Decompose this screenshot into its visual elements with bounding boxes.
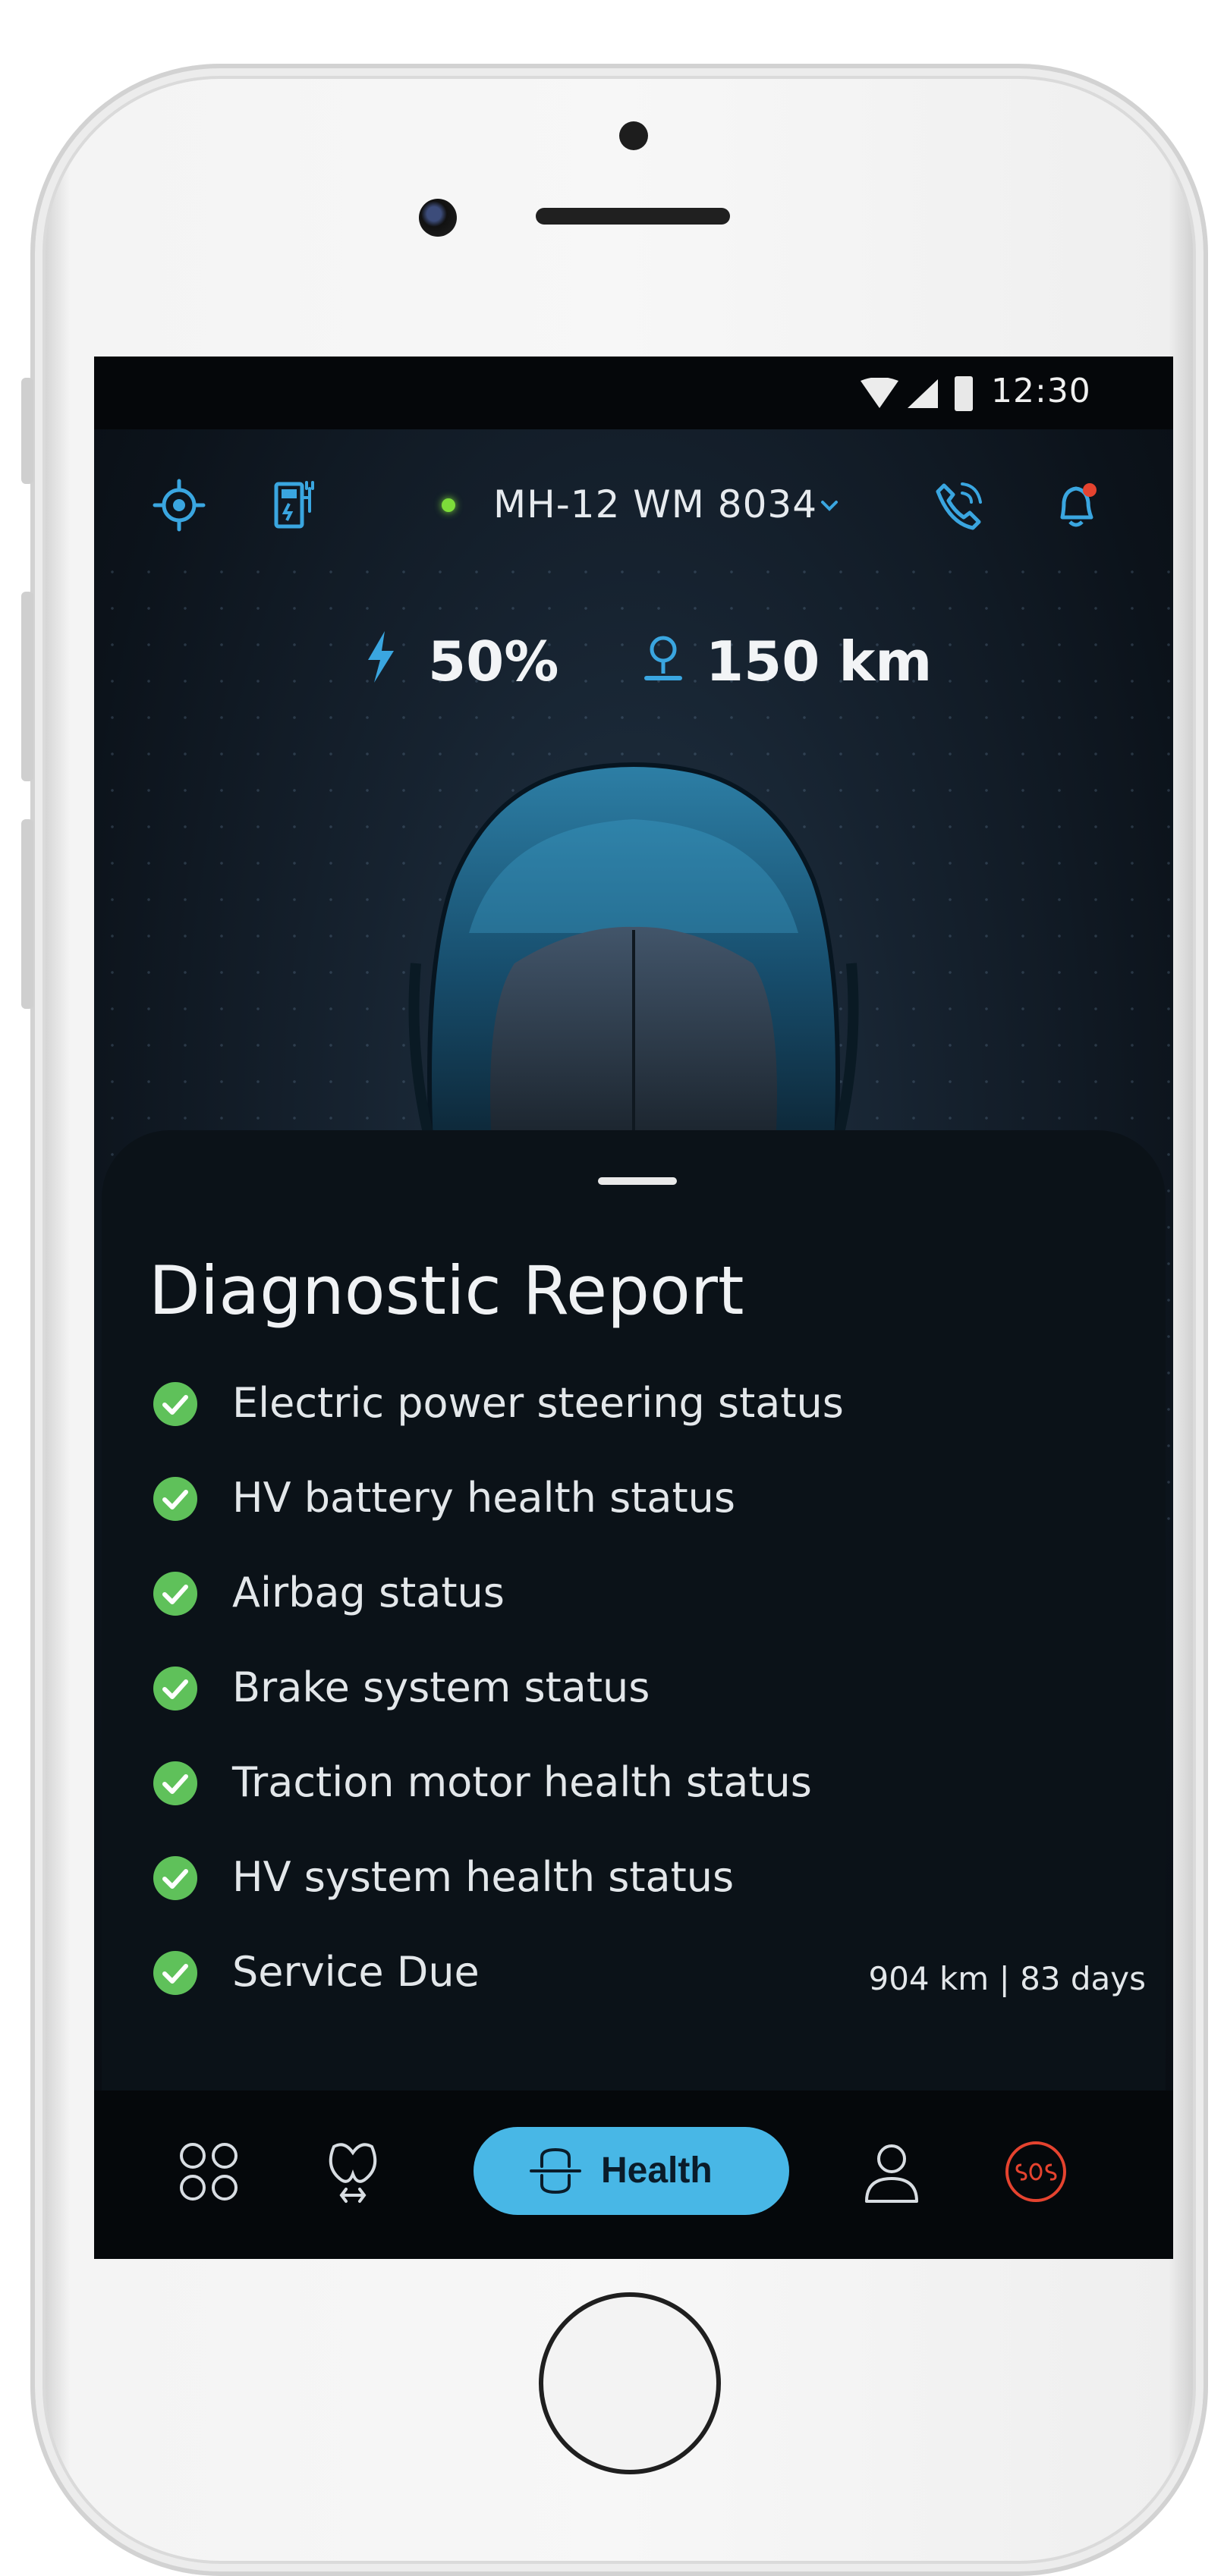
diagnostic-item-service-due[interactable]: Service Due 904 km | 83 days: [152, 1934, 1146, 2029]
sos-icon[interactable]: [1002, 2138, 1070, 2206]
charging-icon[interactable]: [319, 2138, 387, 2206]
check-circle-icon: [153, 1856, 197, 1900]
notification-bell-icon[interactable]: [1047, 478, 1102, 532]
diagnostic-label: Electric power steering status: [232, 1379, 844, 1427]
check-circle-icon: [153, 1382, 197, 1426]
diagnostic-label: Brake system status: [232, 1663, 650, 1711]
call-support-icon[interactable]: [932, 478, 986, 532]
app-screen: 12:30 MH-12 WM 8034 50% 150 km Diagnosti…: [94, 357, 1173, 2259]
service-due-meta: 904 km | 83 days: [868, 1960, 1146, 1997]
diagnostic-item: Electric power steering status: [152, 1365, 1146, 1460]
wifi-icon: [861, 378, 898, 408]
battery-icon: [955, 376, 973, 411]
health-tab[interactable]: Health: [474, 2127, 789, 2215]
battery-charge-icon: [368, 631, 394, 683]
status-time: 12:30: [991, 372, 1091, 410]
diagnostic-label: HV system health status: [232, 1853, 735, 1901]
proximity-sensor: [619, 121, 648, 150]
front-camera: [419, 199, 457, 237]
check-circle-icon: [153, 1667, 197, 1711]
signal-icon: [908, 379, 938, 408]
chevron-down-icon[interactable]: [820, 498, 839, 514]
mute-switch: [21, 378, 33, 484]
diagnostic-label: Airbag status: [232, 1569, 505, 1616]
bottom-navigation: Health: [94, 2091, 1173, 2259]
earpiece-speaker: [536, 208, 730, 225]
diagnostic-item: HV system health status: [152, 1839, 1146, 1934]
diagnostic-label: Traction motor health status: [232, 1758, 812, 1806]
health-icon: [530, 2147, 581, 2194]
vehicle-image: [408, 762, 859, 1148]
profile-icon[interactable]: [857, 2138, 926, 2206]
check-circle-icon: [153, 1761, 197, 1805]
diagnostic-item: Brake system status: [152, 1650, 1146, 1745]
diagnostic-report-sheet: Diagnostic Report Electric power steerin…: [102, 1130, 1166, 2185]
driving-range: 150 km: [706, 630, 933, 693]
status-bar: 12:30: [94, 357, 1173, 429]
diagnostic-list: Electric power steering status HV batter…: [152, 1365, 1146, 2029]
range-icon: [644, 636, 682, 680]
diagnostic-item: Airbag status: [152, 1555, 1146, 1650]
diagnostic-label: Service Due: [232, 1948, 480, 1996]
diagnostic-item: HV battery health status: [152, 1460, 1146, 1555]
check-circle-icon: [153, 1477, 197, 1521]
locate-icon[interactable]: [152, 478, 206, 532]
diagnostic-item: Traction motor health status: [152, 1745, 1146, 1839]
health-tab-label: Health: [601, 2150, 713, 2191]
vehicle-online-indicator: [442, 498, 455, 512]
volume-up-button: [21, 592, 33, 781]
volume-down-button: [21, 819, 33, 1009]
diagnostic-label: HV battery health status: [232, 1474, 736, 1522]
check-circle-icon: [153, 1572, 197, 1616]
check-circle-icon: [153, 1951, 197, 1995]
dashboard-icon[interactable]: [175, 2138, 243, 2206]
vehicle-selector[interactable]: MH-12 WM 8034: [493, 482, 817, 526]
sheet-drag-handle[interactable]: [598, 1177, 677, 1185]
sheet-title: Diagnostic Report: [149, 1252, 744, 1330]
charging-station-icon[interactable]: [269, 478, 323, 532]
battery-percent: 50%: [428, 630, 559, 693]
home-button[interactable]: [539, 2292, 721, 2474]
